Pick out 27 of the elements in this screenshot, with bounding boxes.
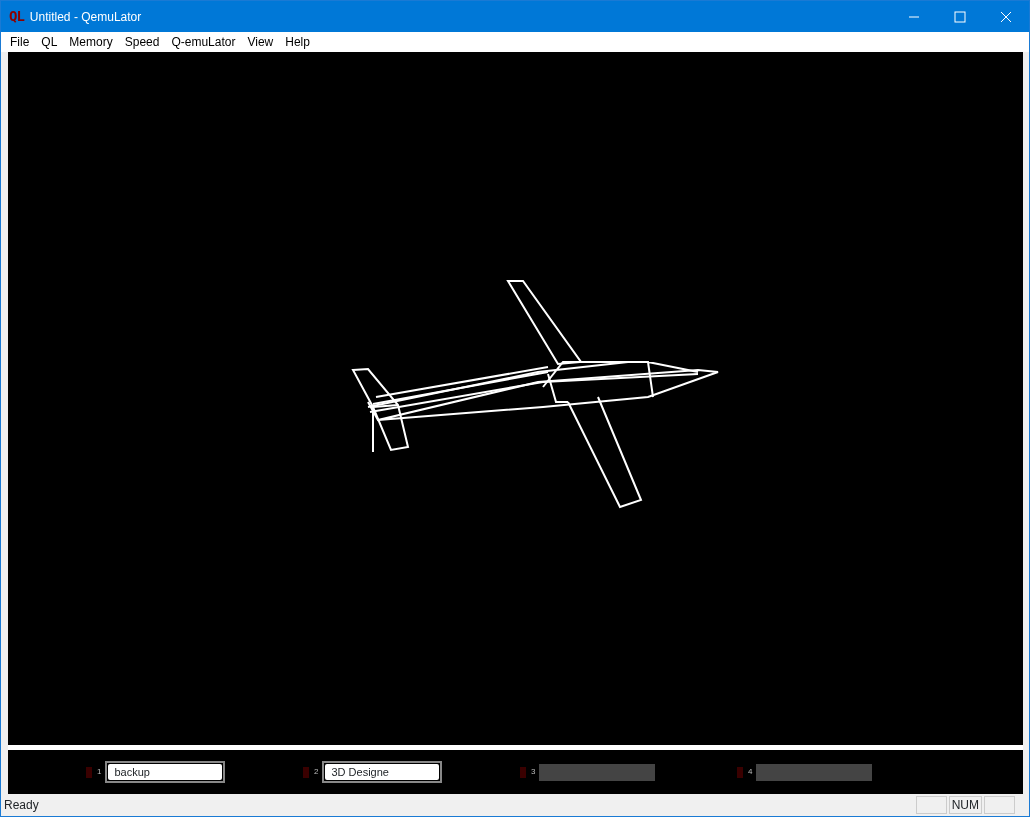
drive-number: 1 xyxy=(97,766,102,778)
drive-name-field[interactable]: backup xyxy=(108,764,223,780)
drive-led xyxy=(303,766,309,778)
close-icon xyxy=(1000,10,1012,23)
menu-item[interactable]: Q-emuLator xyxy=(165,33,242,51)
maximize-icon xyxy=(954,10,966,23)
drive-number: 4 xyxy=(748,766,753,778)
drive-name-field[interactable]: 3D Designe xyxy=(325,764,440,780)
drive-number: 2 xyxy=(314,766,319,778)
menu-item[interactable]: File xyxy=(4,33,36,51)
drive-number: 3 xyxy=(531,766,536,778)
drive-led xyxy=(737,766,743,778)
window-title: Untitled - QemuLator xyxy=(29,8,142,26)
status-pane xyxy=(984,796,1015,814)
empty-drive-slot[interactable] xyxy=(756,763,873,781)
status-text: Ready xyxy=(4,797,39,814)
menu-item[interactable]: Help xyxy=(279,33,316,51)
menu-item[interactable]: Memory xyxy=(63,33,119,51)
drive-led xyxy=(86,766,92,778)
app-logo: QL xyxy=(9,7,24,26)
menu-item[interactable]: View xyxy=(241,33,280,51)
num-lock-indicator: NUM xyxy=(948,796,982,814)
menu-item[interactable]: QL xyxy=(35,33,64,51)
menu-item[interactable]: Speed xyxy=(118,33,166,51)
drive-led xyxy=(520,766,526,778)
empty-drive-slot[interactable] xyxy=(539,763,656,781)
status-pane xyxy=(915,796,947,814)
